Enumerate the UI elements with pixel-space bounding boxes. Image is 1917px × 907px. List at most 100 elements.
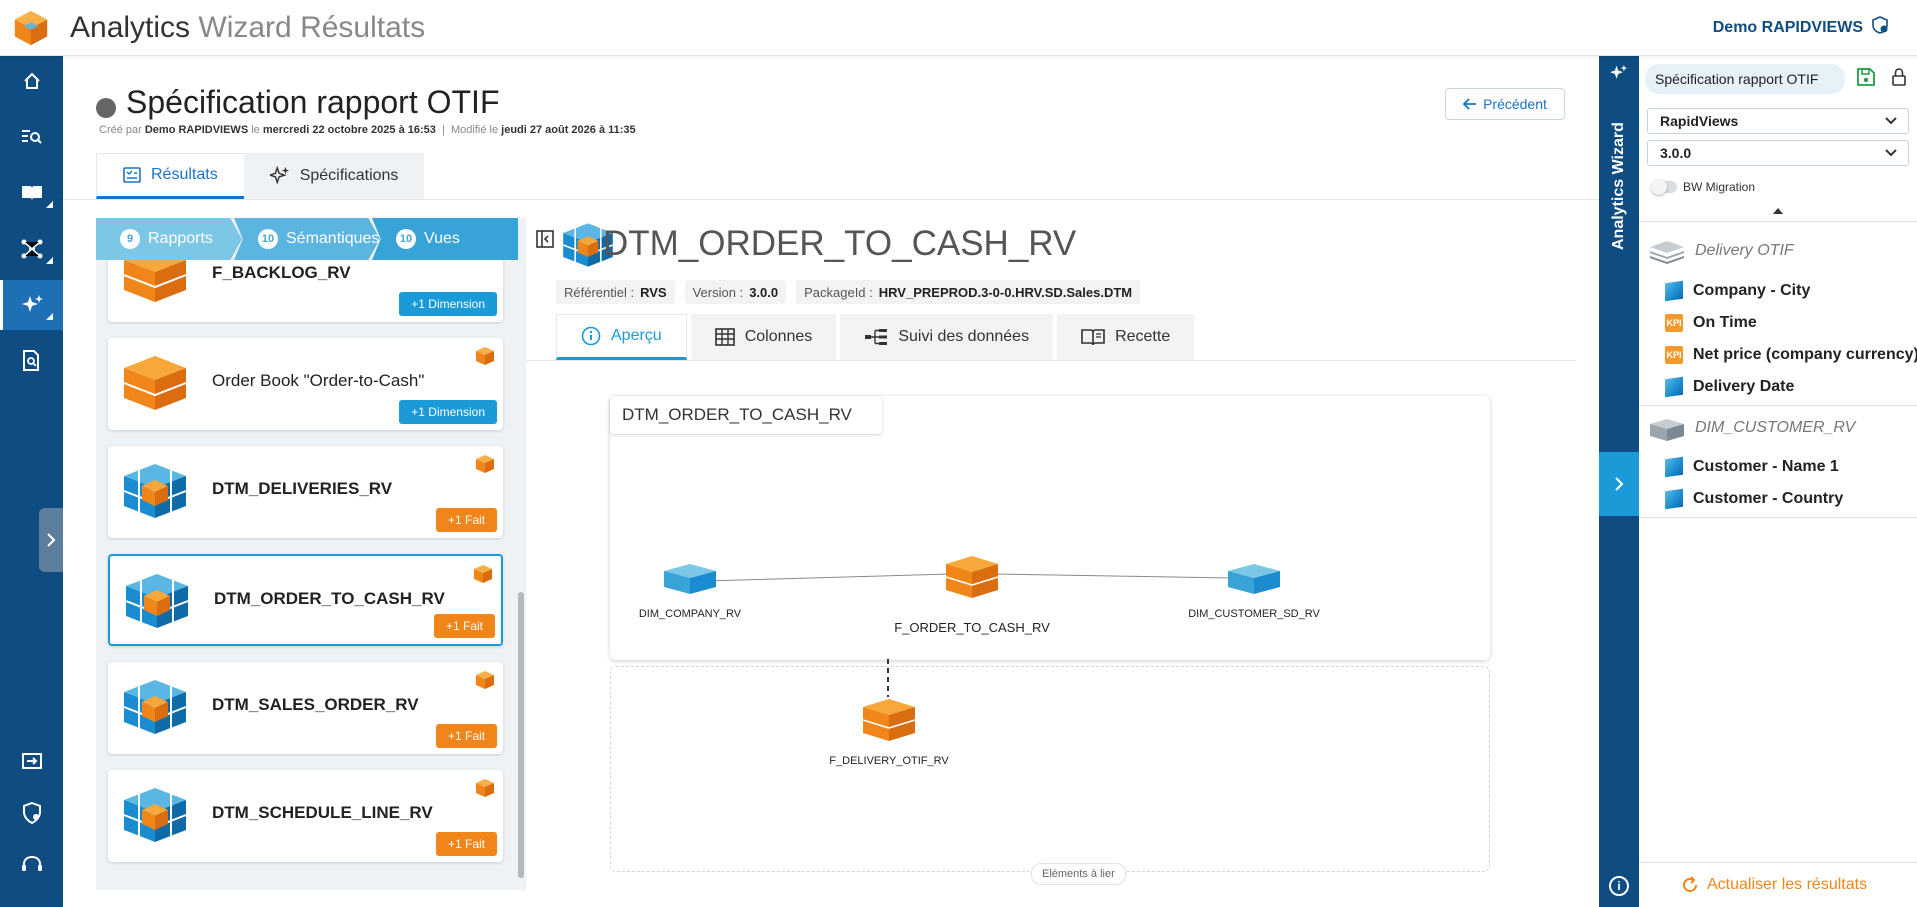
step-count: 10 <box>396 229 416 249</box>
lock-icon[interactable] <box>1891 68 1907 86</box>
field-item[interactable]: Customer - Name 1 <box>1665 456 1839 478</box>
tab-specifications[interactable]: Spécifications <box>243 153 425 199</box>
divider <box>1639 517 1917 518</box>
support-icon <box>21 855 42 871</box>
node-label: DIM_CUSTOMER_SD_RV <box>1188 608 1320 620</box>
lineage-icon <box>865 329 888 345</box>
scrollbar-thumb[interactable] <box>518 592 524 878</box>
views-list: F_BACKLOG_RV +1 Dimension Order Book "Or… <box>96 260 526 890</box>
app-title-main: Analytics <box>70 10 191 44</box>
dimension-cube-icon[interactable] <box>662 562 718 596</box>
field-label: On Time <box>1693 314 1757 331</box>
field-item[interactable]: Company - City <box>1665 280 1811 302</box>
step-reports[interactable]: 9 Rapports <box>96 218 242 260</box>
step-views[interactable]: 10 Vues <box>372 218 518 260</box>
expand-nav-button[interactable] <box>39 508 63 572</box>
field-item[interactable]: Delivery Date <box>1665 376 1795 398</box>
previous-button[interactable]: Précédent <box>1445 88 1565 120</box>
app-title-sub: Wizard Résultats <box>198 10 426 44</box>
arrow-left-icon <box>1463 98 1477 110</box>
package-value: HRV_PREPROD.3-0-0.HRV.SD.Sales.DTM <box>878 284 1133 300</box>
dimension-icon <box>1665 488 1683 510</box>
dimension-cube-icon[interactable] <box>1226 562 1282 596</box>
node-label: F_DELIVERY_OTIF_RV <box>829 755 949 767</box>
tab-specifications-label: Spécifications <box>299 167 399 184</box>
previous-button-label: Précédent <box>1483 96 1547 112</box>
collapse-sidebar-icon[interactable] <box>536 230 554 248</box>
nav-import[interactable] <box>0 736 63 786</box>
search-list-icon <box>21 130 42 144</box>
diagram-canvas[interactable]: DTM_ORDER_TO_CASH_RV DIM_COMPANY_RV F_OR… <box>610 396 1490 660</box>
modified-on: jeudi 27 août 2026 à 11:35 <box>501 124 636 136</box>
nav-security[interactable] <box>0 788 63 838</box>
dimension-badge: +1 Dimension <box>399 400 497 424</box>
info-icon <box>581 326 601 346</box>
security-icon <box>22 802 41 824</box>
created-on: mercredi 22 octobre 2025 à 16:53 <box>262 124 436 136</box>
field-label: Customer - Country <box>1693 490 1844 507</box>
book-icon <box>21 186 42 200</box>
tab-label: Colonnes <box>744 328 813 345</box>
unlinked-elements-zone[interactable]: F_DELIVERY_OTIF_RV Eléments à lier <box>610 659 1490 885</box>
list-item[interactable]: DTM_SALES_ORDER_RV +1 Fait <box>108 662 503 754</box>
link-elements-pill: Eléments à lier <box>1031 863 1126 885</box>
nav-home[interactable] <box>0 56 63 106</box>
chevron-down-icon <box>1885 149 1897 157</box>
layers-icon <box>1650 241 1684 264</box>
field-item[interactable]: Customer - Country <box>1665 488 1844 510</box>
modified-prefix: Modifié le <box>451 124 499 136</box>
nav-network[interactable] <box>0 224 63 274</box>
info-icon[interactable]: i <box>1609 876 1629 896</box>
table-icon <box>714 328 735 346</box>
step-label: Rapports <box>148 230 213 247</box>
nav-wizard[interactable] <box>0 280 63 330</box>
nav-doc-search[interactable] <box>0 336 63 386</box>
toggle-wizard-panel-button[interactable] <box>1599 452 1639 516</box>
version-select[interactable]: 3.0.0 <box>1647 140 1909 166</box>
nav-search-list[interactable] <box>0 112 63 162</box>
list-item[interactable]: DTM_DELIVERIES_RV +1 Fait <box>108 446 503 538</box>
nav-support[interactable] <box>0 840 63 890</box>
field-item[interactable]: KPI Net price (company currency) <box>1665 346 1917 364</box>
step-semantics[interactable]: 10 Sémantiques <box>234 218 380 260</box>
sparkles-icon <box>22 295 43 312</box>
list-item-name: DTM_DELIVERIES_RV <box>212 479 393 498</box>
bw-migration-toggle[interactable] <box>1651 179 1677 195</box>
collapse-up-icon[interactable] <box>1773 208 1783 214</box>
divider <box>1639 405 1917 406</box>
refresh-results-button[interactable]: Actualiser les résultats <box>1681 876 1867 894</box>
detail-meta: Référentiel : RVS Version : 3.0.0 PackageI… <box>556 280 1141 304</box>
created-on-prefix: le <box>251 124 260 136</box>
tab-overview[interactable]: Aperçu <box>556 314 687 360</box>
detail-tabs-divider <box>526 360 1576 361</box>
list-item[interactable]: Order Book "Order-to-Cash" +1 Dimension <box>108 338 503 430</box>
referential-select[interactable]: RapidViews <box>1647 108 1909 134</box>
field-item[interactable]: KPI On Time <box>1665 314 1757 332</box>
field-label: Company - City <box>1693 282 1811 299</box>
tab-testing[interactable]: Recette <box>1057 314 1195 360</box>
tab-results[interactable]: Résultats <box>96 153 244 199</box>
specification-name[interactable]: Spécification rapport OTIF <box>1645 64 1845 94</box>
chevron-right-icon <box>47 533 56 547</box>
node-label: F_ORDER_TO_CASH_RV <box>894 620 1050 635</box>
wizard-strip: Analytics Wizard i <box>1599 56 1639 907</box>
list-scrollbar[interactable] <box>518 262 524 888</box>
small-cube-icon <box>476 671 494 689</box>
field-label: Delivery Date <box>1693 378 1795 395</box>
list-item[interactable]: DTM_SCHEDULE_LINE_RV +1 Fait <box>108 770 503 862</box>
fact-badge: +1 Fait <box>435 508 497 532</box>
fact-cube-icon[interactable] <box>861 697 917 743</box>
list-item-selected[interactable]: DTM_ORDER_TO_CASH_RV +1 Fait <box>108 554 503 646</box>
tab-columns[interactable]: Colonnes <box>690 314 837 360</box>
kpi-icon: KPI <box>1665 314 1683 332</box>
page-meta: Créé par Demo RAPIDVIEWS le mercredi 22 … <box>99 124 636 136</box>
nav-book[interactable] <box>0 168 63 218</box>
user-menu[interactable]: Demo RAPIDVIEWS <box>1713 16 1889 39</box>
dimension-icon <box>1665 456 1683 478</box>
fact-cube-icon[interactable] <box>944 554 1000 600</box>
tab-data-lineage[interactable]: Suivi des données <box>840 314 1054 360</box>
field-label: Net price (company currency) <box>1693 346 1917 363</box>
save-icon[interactable] <box>1857 68 1875 86</box>
multi-cube-icon <box>123 788 187 842</box>
list-item[interactable]: F_BACKLOG_RV +1 Dimension <box>108 260 503 322</box>
